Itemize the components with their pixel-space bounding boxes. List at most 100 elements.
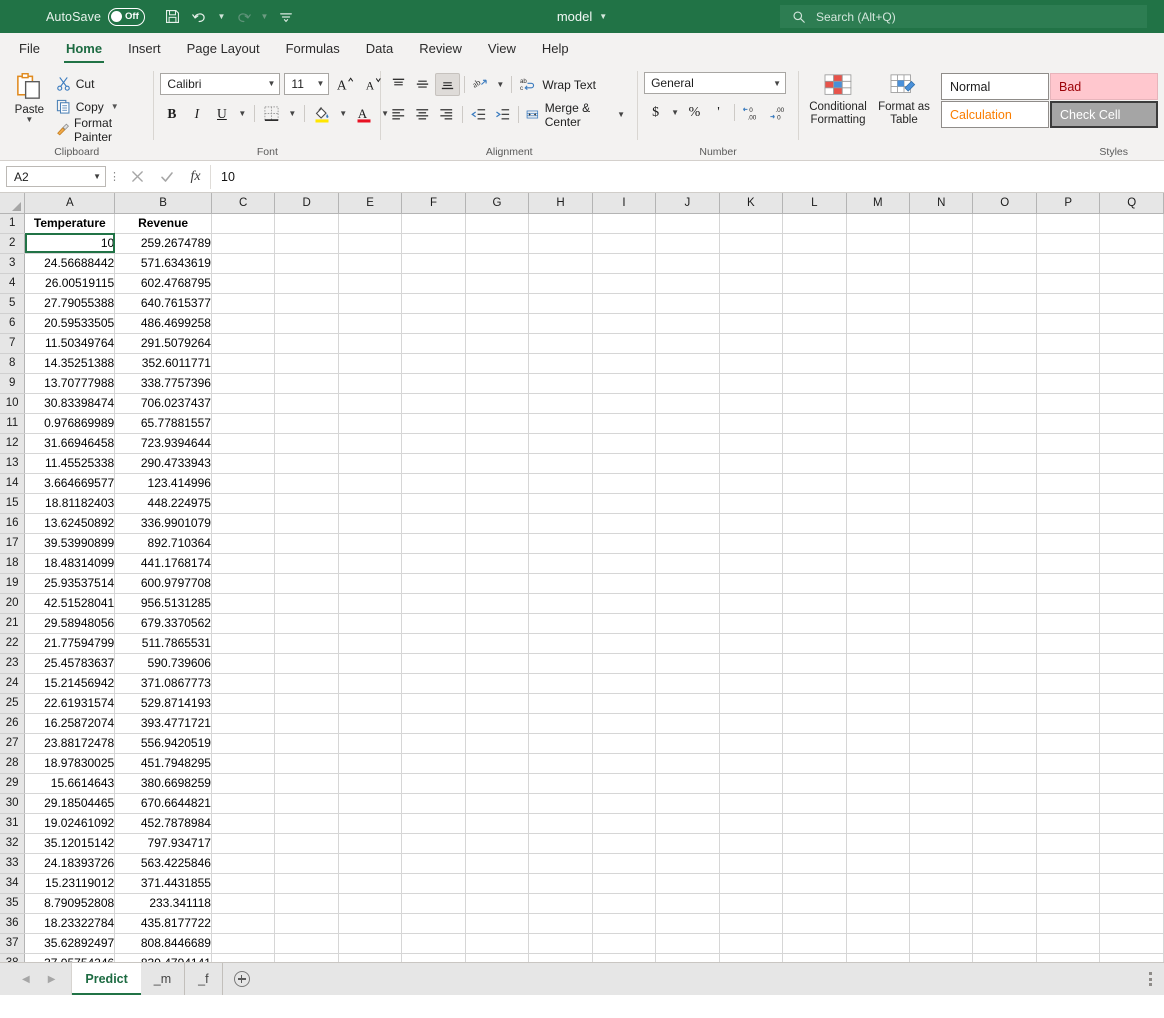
cell-Q30[interactable]	[1100, 793, 1164, 813]
row-header-32[interactable]: 32	[0, 833, 25, 853]
cell-E8[interactable]	[338, 353, 401, 373]
cell-O17[interactable]	[973, 533, 1036, 553]
cell-B35[interactable]: 233.341118	[115, 893, 212, 913]
cell-C17[interactable]	[211, 533, 274, 553]
number-format-select[interactable]: General ▼	[644, 72, 786, 94]
cell-B31[interactable]: 452.7878984	[115, 813, 212, 833]
paste-button[interactable]: Paste ▼	[6, 70, 53, 123]
cell-C23[interactable]	[211, 653, 274, 673]
cell-O19[interactable]	[973, 573, 1036, 593]
autosave-switch[interactable]: Off	[108, 8, 145, 26]
cell-G2[interactable]	[465, 233, 528, 253]
cell-F23[interactable]	[402, 653, 465, 673]
cell-D14[interactable]	[275, 473, 338, 493]
cell-L9[interactable]	[783, 373, 846, 393]
cell-K10[interactable]	[719, 393, 782, 413]
cell-B7[interactable]: 291.5079264	[115, 333, 212, 353]
cell-I18[interactable]	[592, 553, 655, 573]
cell-C27[interactable]	[211, 733, 274, 753]
cell-P23[interactable]	[1036, 653, 1099, 673]
cell-C2[interactable]	[211, 233, 274, 253]
cell-P37[interactable]	[1036, 933, 1099, 953]
cell-I37[interactable]	[592, 933, 655, 953]
cell-B2[interactable]: 259.2674789	[115, 233, 212, 253]
cell-M32[interactable]	[846, 833, 909, 853]
cancel-icon[interactable]	[123, 165, 152, 189]
row-header-18[interactable]: 18	[0, 553, 25, 573]
row-header-35[interactable]: 35	[0, 893, 25, 913]
row-header-24[interactable]: 24	[0, 673, 25, 693]
cell-E23[interactable]	[338, 653, 401, 673]
column-header-Q[interactable]: Q	[1100, 193, 1164, 213]
font-name-input[interactable]: Calibri ▼	[160, 73, 280, 95]
cell-L1[interactable]	[783, 213, 846, 233]
cell-D31[interactable]	[275, 813, 338, 833]
cell-J8[interactable]	[656, 353, 719, 373]
cell-G16[interactable]	[465, 513, 528, 533]
cell-N34[interactable]	[909, 873, 972, 893]
row-header-5[interactable]: 5	[0, 293, 25, 313]
cell-D38[interactable]	[275, 953, 338, 962]
cell-N20[interactable]	[909, 593, 972, 613]
font-color-button[interactable]: A	[352, 102, 376, 125]
cell-L3[interactable]	[783, 253, 846, 273]
cell-Q20[interactable]	[1100, 593, 1164, 613]
cell-H21[interactable]	[529, 613, 592, 633]
cell-G1[interactable]	[465, 213, 528, 233]
more-options-icon[interactable]	[1149, 972, 1152, 986]
select-all-corner[interactable]	[0, 193, 25, 213]
cell-I7[interactable]	[592, 333, 655, 353]
add-sheet-button[interactable]	[223, 963, 261, 995]
row-header-15[interactable]: 15	[0, 493, 25, 513]
cell-O36[interactable]	[973, 913, 1036, 933]
customize-quick-access-toolbar-icon[interactable]	[273, 5, 299, 29]
cell-H31[interactable]	[529, 813, 592, 833]
cell-N38[interactable]	[909, 953, 972, 962]
underline-dropdown-icon[interactable]: ▼	[235, 109, 249, 118]
cell-P12[interactable]	[1036, 433, 1099, 453]
cell-O14[interactable]	[973, 473, 1036, 493]
column-header-G[interactable]: G	[465, 193, 528, 213]
search-bar[interactable]: Search (Alt+Q)	[780, 5, 1147, 28]
cell-H23[interactable]	[529, 653, 592, 673]
cell-P32[interactable]	[1036, 833, 1099, 853]
cell-E29[interactable]	[338, 773, 401, 793]
column-header-N[interactable]: N	[909, 193, 972, 213]
cell-B38[interactable]: 839.4794141	[115, 953, 212, 962]
cell-K37[interactable]	[719, 933, 782, 953]
cell-M29[interactable]	[846, 773, 909, 793]
row-header-11[interactable]: 11	[0, 413, 25, 433]
cell-G17[interactable]	[465, 533, 528, 553]
cell-J13[interactable]	[656, 453, 719, 473]
cell-M38[interactable]	[846, 953, 909, 962]
cell-L19[interactable]	[783, 573, 846, 593]
cell-A10[interactable]: 30.83398474	[25, 393, 115, 413]
cell-I22[interactable]	[592, 633, 655, 653]
cell-F21[interactable]	[402, 613, 465, 633]
cell-E30[interactable]	[338, 793, 401, 813]
cell-L34[interactable]	[783, 873, 846, 893]
cell-B15[interactable]: 448.224975	[115, 493, 212, 513]
cell-J22[interactable]	[656, 633, 719, 653]
row-header-21[interactable]: 21	[0, 613, 25, 633]
format-painter-button[interactable]: Format Painter	[53, 119, 148, 140]
cell-M12[interactable]	[846, 433, 909, 453]
cell-J21[interactable]	[656, 613, 719, 633]
increase-indent-button[interactable]	[491, 103, 514, 126]
column-header-F[interactable]: F	[402, 193, 465, 213]
cell-J16[interactable]	[656, 513, 719, 533]
cell-C31[interactable]	[211, 813, 274, 833]
cell-J15[interactable]	[656, 493, 719, 513]
cell-K32[interactable]	[719, 833, 782, 853]
cell-E7[interactable]	[338, 333, 401, 353]
cell-E25[interactable]	[338, 693, 401, 713]
cell-C15[interactable]	[211, 493, 274, 513]
cell-P16[interactable]	[1036, 513, 1099, 533]
cell-Q12[interactable]	[1100, 433, 1164, 453]
cell-P14[interactable]	[1036, 473, 1099, 493]
cell-B32[interactable]: 797.934717	[115, 833, 212, 853]
cell-I24[interactable]	[592, 673, 655, 693]
cell-O25[interactable]	[973, 693, 1036, 713]
cell-I26[interactable]	[592, 713, 655, 733]
cell-C4[interactable]	[211, 273, 274, 293]
